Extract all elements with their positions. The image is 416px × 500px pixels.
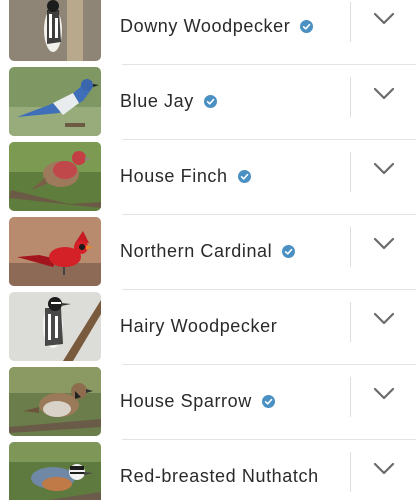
row-separator — [350, 377, 351, 417]
bird-name-row: House Finch — [120, 142, 251, 211]
verified-check-icon — [261, 395, 275, 408]
list-divider — [122, 139, 416, 140]
row-separator — [350, 227, 351, 267]
bird-name: Downy Woodpecker — [120, 16, 291, 36]
bird-name: House Sparrow — [120, 391, 252, 411]
list-divider — [122, 64, 416, 65]
list-item-hairy-woodpecker[interactable]: Hairy Woodpecker — [0, 292, 416, 367]
verified-check-icon — [300, 20, 314, 33]
list-item-house-finch[interactable]: House Finch — [0, 142, 416, 217]
verified-check-icon — [282, 245, 296, 258]
bird-name: Northern Cardinal — [120, 241, 273, 261]
row-separator — [350, 452, 351, 492]
bird-name: Blue Jay — [120, 91, 194, 111]
list-item-downy-woodpecker[interactable]: Downy Woodpecker — [0, 0, 416, 67]
bird-name: Red-breasted Nuthatch — [120, 466, 319, 486]
bird-name-row: House Sparrow — [120, 367, 275, 436]
bird-photo-hairy-woodpecker — [9, 292, 101, 361]
row-separator — [350, 302, 351, 342]
chevron-down-icon[interactable] — [372, 86, 396, 102]
chevron-down-icon[interactable] — [372, 11, 396, 27]
bird-photo-house-finch — [9, 142, 101, 211]
chevron-down-icon[interactable] — [372, 311, 396, 327]
bird-photo-red-breasted-nuthatch — [9, 442, 101, 500]
verified-check-icon — [203, 95, 217, 108]
bird-name-row: Red-breasted Nuthatch — [120, 442, 319, 500]
bird-name-row: Downy Woodpecker — [120, 0, 314, 61]
row-separator — [350, 152, 351, 192]
row-separator — [350, 77, 351, 117]
bird-name-row: Blue Jay — [120, 67, 217, 136]
bird-photo-downy-woodpecker — [9, 0, 101, 61]
chevron-down-icon[interactable] — [372, 161, 396, 177]
list-item-northern-cardinal[interactable]: Northern Cardinal — [0, 217, 416, 292]
bird-name: House Finch — [120, 166, 228, 186]
list-item-house-sparrow[interactable]: House Sparrow — [0, 367, 416, 442]
bird-name-row: Hairy Woodpecker — [120, 292, 277, 361]
list-divider — [122, 364, 416, 365]
bird-list: Downy Woodpecker Blue Jay House Finch No… — [0, 0, 416, 500]
chevron-down-icon[interactable] — [372, 236, 396, 252]
bird-photo-house-sparrow — [9, 367, 101, 436]
list-item-red-breasted-nuthatch[interactable]: Red-breasted Nuthatch — [0, 442, 416, 500]
list-divider — [122, 214, 416, 215]
list-item-blue-jay[interactable]: Blue Jay — [0, 67, 416, 142]
list-divider — [122, 289, 416, 290]
verified-check-icon — [237, 170, 251, 183]
bird-photo-blue-jay — [9, 67, 101, 136]
list-divider — [122, 439, 416, 440]
bird-name-row: Northern Cardinal — [120, 217, 296, 286]
bird-photo-northern-cardinal — [9, 217, 101, 286]
bird-name: Hairy Woodpecker — [120, 316, 278, 336]
chevron-down-icon[interactable] — [372, 461, 396, 477]
row-separator — [350, 2, 351, 42]
chevron-down-icon[interactable] — [372, 386, 396, 402]
